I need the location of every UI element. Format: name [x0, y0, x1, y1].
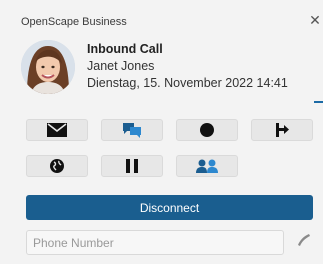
globe-icon — [49, 158, 65, 174]
window-title: OpenScape Business — [21, 16, 127, 28]
mail-button[interactable] — [26, 119, 88, 141]
pause-icon — [125, 158, 139, 174]
chat-icon — [122, 122, 142, 138]
record-button[interactable] — [176, 119, 238, 141]
hold-button[interactable] — [101, 155, 163, 177]
call-datetime: Dienstag, 15. November 2022 14:41 — [87, 76, 288, 90]
close-icon[interactable]: ✕ — [307, 11, 323, 29]
transfer-button[interactable] — [251, 119, 313, 141]
phone-icon — [294, 231, 312, 254]
panel-edge-indicator — [314, 101, 323, 103]
call-window: OpenScape Business ✕ Inbound Call Janet … — [0, 0, 323, 264]
avatar — [21, 40, 75, 94]
phone-number-input[interactable] — [26, 230, 284, 255]
conference-icon — [195, 158, 219, 174]
dial-button[interactable] — [291, 230, 315, 255]
disconnect-button[interactable]: Disconnect — [26, 195, 313, 220]
caller-name: Janet Jones — [87, 59, 155, 73]
mail-icon — [47, 123, 67, 137]
conference-button[interactable] — [176, 155, 238, 177]
web-button[interactable] — [26, 155, 88, 177]
call-type-label: Inbound Call — [87, 42, 163, 56]
transfer-icon — [274, 122, 290, 138]
record-icon — [199, 122, 215, 138]
chat-button[interactable] — [101, 119, 163, 141]
